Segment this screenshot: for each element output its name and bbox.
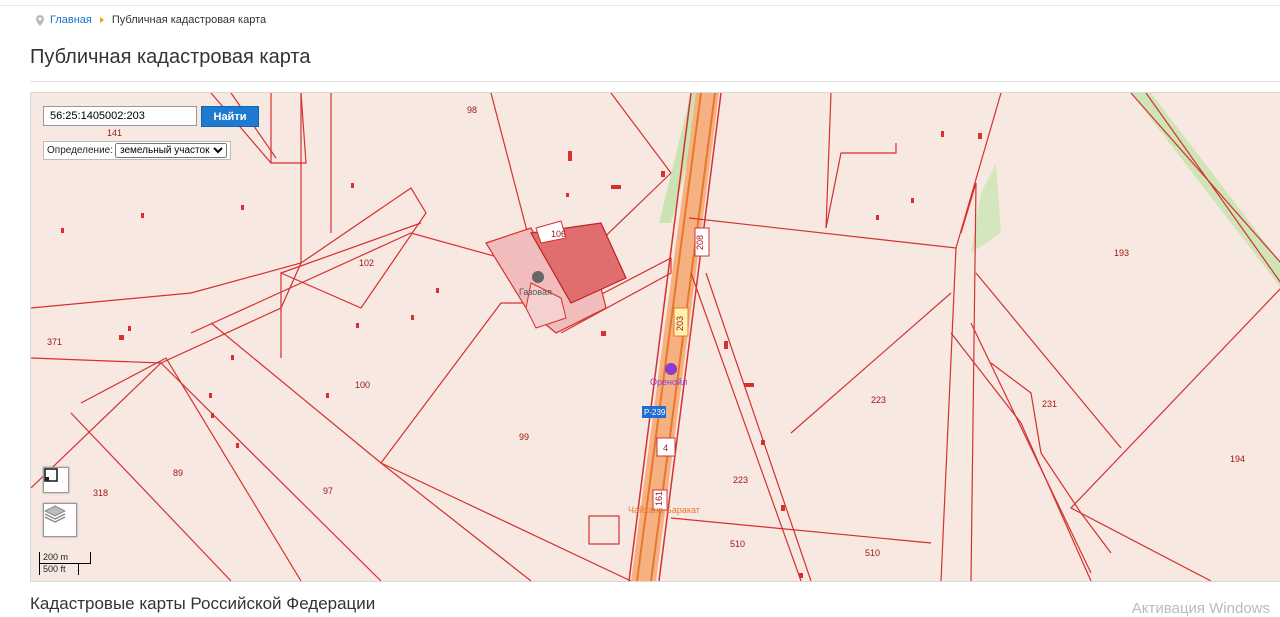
breadcrumb: Главная Публичная кадастровая карта — [36, 14, 266, 26]
parcel-label: 100 — [355, 380, 370, 390]
layers-button[interactable] — [43, 503, 77, 537]
breadcrumb-separator-icon — [99, 17, 104, 23]
parcel-label: 203 — [675, 316, 685, 331]
find-button[interactable]: Найти — [201, 106, 259, 127]
parcel-label: 371 — [47, 337, 62, 347]
parcel-label: 510 — [730, 539, 745, 549]
parcel-label: 4 — [663, 443, 668, 453]
scale-imperial: 500 ft — [39, 564, 79, 575]
cadastral-map[interactable]: 98 106 141 102 371 100 99 89 318 97 193 … — [30, 92, 1280, 582]
page-title: Публичная кадастровая карта — [30, 46, 311, 68]
location-pin-icon — [36, 14, 44, 26]
top-divider — [0, 5, 1280, 6]
small-parcels — [61, 131, 982, 578]
parcel-label: 193 — [1114, 248, 1129, 258]
parcel-label: 231 — [1042, 399, 1057, 409]
parcel-label: 161 — [654, 491, 664, 506]
fullscreen-icon — [44, 468, 58, 482]
parcel-label: 89 — [173, 468, 183, 478]
fuel-poi-icon[interactable] — [665, 363, 677, 375]
cadastral-number-input[interactable] — [43, 106, 197, 126]
green-strip — [1131, 93, 1280, 287]
breadcrumb-current: Публичная кадастровая карта — [111, 14, 267, 26]
place-label: Чайхана Баракат — [628, 505, 700, 515]
parcel-label: 510 — [865, 548, 880, 558]
definition-row: Определение: земельный участок — [43, 141, 232, 160]
definition-select[interactable]: земельный участок — [115, 143, 228, 158]
cadastral-search: Найти — [43, 106, 259, 127]
parcel-label: 106 — [551, 229, 566, 239]
map-scale: 200 m 500 ft — [39, 552, 91, 575]
parcel-label: 99 — [519, 432, 529, 442]
fullscreen-button[interactable] — [43, 467, 69, 493]
section-title: Кадастровые карты Российской Федерации — [30, 594, 376, 613]
gas-station-icon[interactable] — [532, 271, 544, 283]
parcel-label: 194 — [1230, 454, 1245, 464]
place-label: Оренойл — [650, 377, 687, 387]
road-label: Р-239 — [644, 408, 666, 417]
parcel-label: 102 — [359, 258, 374, 268]
parcel-label: 223 — [733, 475, 748, 485]
place-label: Газовая — [519, 287, 552, 297]
parcel-label: 97 — [323, 486, 333, 496]
parcel-label: 223 — [871, 395, 886, 405]
definition-label: Определение: — [47, 145, 114, 156]
parcel-label: 98 — [467, 105, 477, 115]
map-canvas[interactable]: 98 106 141 102 371 100 99 89 318 97 193 … — [31, 93, 1280, 581]
scale-metric: 200 m — [39, 552, 91, 564]
parcel-label: 141 — [107, 128, 122, 138]
title-divider — [30, 81, 1280, 82]
parcel-label: 318 — [93, 488, 108, 498]
breadcrumb-home-link[interactable]: Главная — [50, 14, 92, 26]
parcel-label: 208 — [695, 235, 705, 250]
layers-icon — [44, 505, 66, 523]
windows-activation-watermark: Активация Windows — [1131, 600, 1270, 617]
